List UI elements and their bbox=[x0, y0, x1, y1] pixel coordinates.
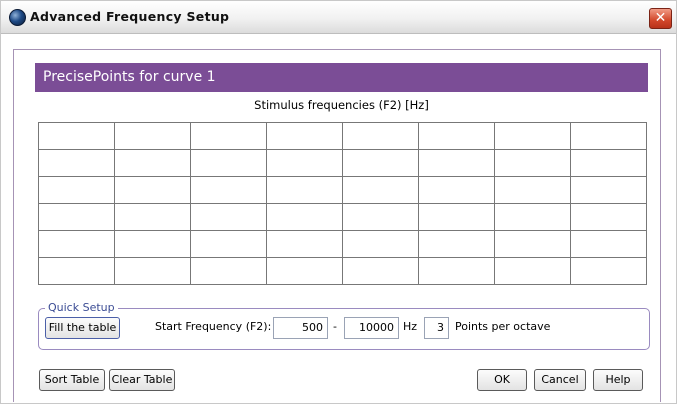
window-title: Advanced Frequency Setup bbox=[30, 9, 230, 24]
fill-table-button[interactable]: Fill the table bbox=[45, 317, 120, 339]
end-frequency-input[interactable]: 10000 bbox=[344, 317, 399, 339]
frequency-cell[interactable] bbox=[190, 176, 267, 204]
frequency-cell[interactable] bbox=[570, 203, 647, 231]
sort-table-button[interactable]: Sort Table bbox=[39, 369, 105, 391]
frequency-cell[interactable] bbox=[190, 122, 267, 150]
frequency-cell[interactable] bbox=[190, 203, 267, 231]
frequency-cell[interactable] bbox=[342, 149, 419, 177]
table-caption: Stimulus frequencies (F2) [Hz] bbox=[254, 98, 429, 112]
frequency-cell[interactable] bbox=[418, 257, 495, 285]
frequency-cell[interactable] bbox=[190, 257, 267, 285]
frequency-cell[interactable] bbox=[38, 149, 115, 177]
frequency-cell[interactable] bbox=[418, 122, 495, 150]
frequency-cell[interactable] bbox=[342, 203, 419, 231]
points-per-octave-label: Points per octave bbox=[455, 320, 551, 333]
frequency-cell[interactable] bbox=[38, 176, 115, 204]
frequency-cell[interactable] bbox=[38, 122, 115, 150]
cancel-button[interactable]: Cancel bbox=[534, 369, 586, 391]
app-globe-icon bbox=[9, 9, 26, 26]
frequency-cell[interactable] bbox=[342, 176, 419, 204]
frequency-cell[interactable] bbox=[266, 203, 343, 231]
frequency-cell[interactable] bbox=[266, 230, 343, 258]
frequency-cell[interactable] bbox=[418, 176, 495, 204]
frequency-cell[interactable] bbox=[190, 149, 267, 177]
frequency-cell[interactable] bbox=[114, 149, 191, 177]
frequency-cell[interactable] bbox=[494, 230, 571, 258]
table-row bbox=[38, 176, 647, 204]
curve-header-title: PrecisePoints for curve 1 bbox=[43, 69, 216, 85]
frequency-cell[interactable] bbox=[494, 203, 571, 231]
dialog-window: Advanced Frequency Setup ✕ PrecisePoints… bbox=[0, 0, 677, 404]
frequency-cell[interactable] bbox=[570, 122, 647, 150]
start-frequency-input[interactable]: 500 bbox=[273, 317, 328, 339]
frequency-cell[interactable] bbox=[114, 176, 191, 204]
frequency-cell[interactable] bbox=[418, 203, 495, 231]
table-row bbox=[38, 230, 647, 258]
frequency-cell[interactable] bbox=[266, 257, 343, 285]
curve-header: PrecisePoints for curve 1 bbox=[35, 63, 648, 92]
hz-unit-label: Hz bbox=[403, 320, 418, 333]
table-row bbox=[38, 257, 647, 285]
frequency-cell[interactable] bbox=[570, 257, 647, 285]
frequency-cell[interactable] bbox=[342, 257, 419, 285]
table-row bbox=[38, 203, 647, 231]
start-frequency-label: Start Frequency (F2): bbox=[155, 320, 272, 333]
table-row bbox=[38, 122, 647, 150]
table-row bbox=[38, 149, 647, 177]
frequency-cell[interactable] bbox=[266, 122, 343, 150]
ok-button[interactable]: OK bbox=[477, 369, 527, 391]
frequency-cell[interactable] bbox=[190, 230, 267, 258]
frequency-cell[interactable] bbox=[494, 257, 571, 285]
frequency-cell[interactable] bbox=[266, 176, 343, 204]
frequency-table bbox=[38, 122, 647, 285]
range-dash: - bbox=[333, 320, 337, 333]
frequency-cell[interactable] bbox=[114, 230, 191, 258]
frequency-cell[interactable] bbox=[494, 149, 571, 177]
frequency-cell[interactable] bbox=[38, 230, 115, 258]
points-per-octave-input[interactable]: 3 bbox=[424, 317, 449, 339]
frequency-cell[interactable] bbox=[418, 230, 495, 258]
frequency-cell[interactable] bbox=[114, 257, 191, 285]
frequency-cell[interactable] bbox=[570, 149, 647, 177]
frequency-cell[interactable] bbox=[418, 149, 495, 177]
frequency-cell[interactable] bbox=[114, 122, 191, 150]
frequency-cell[interactable] bbox=[38, 257, 115, 285]
clear-table-button[interactable]: Clear Table bbox=[109, 369, 175, 391]
title-bar[interactable]: Advanced Frequency Setup ✕ bbox=[1, 1, 676, 34]
close-icon[interactable]: ✕ bbox=[649, 8, 672, 29]
help-button[interactable]: Help bbox=[593, 369, 643, 391]
frequency-cell[interactable] bbox=[38, 203, 115, 231]
frequency-cell[interactable] bbox=[114, 203, 191, 231]
frequency-cell[interactable] bbox=[494, 176, 571, 204]
frequency-cell[interactable] bbox=[266, 149, 343, 177]
quick-setup-legend: Quick Setup bbox=[45, 301, 118, 314]
frequency-cell[interactable] bbox=[342, 122, 419, 150]
frequency-cell[interactable] bbox=[570, 176, 647, 204]
frequency-cell[interactable] bbox=[494, 122, 571, 150]
frequency-cell[interactable] bbox=[570, 230, 647, 258]
frequency-cell[interactable] bbox=[342, 230, 419, 258]
